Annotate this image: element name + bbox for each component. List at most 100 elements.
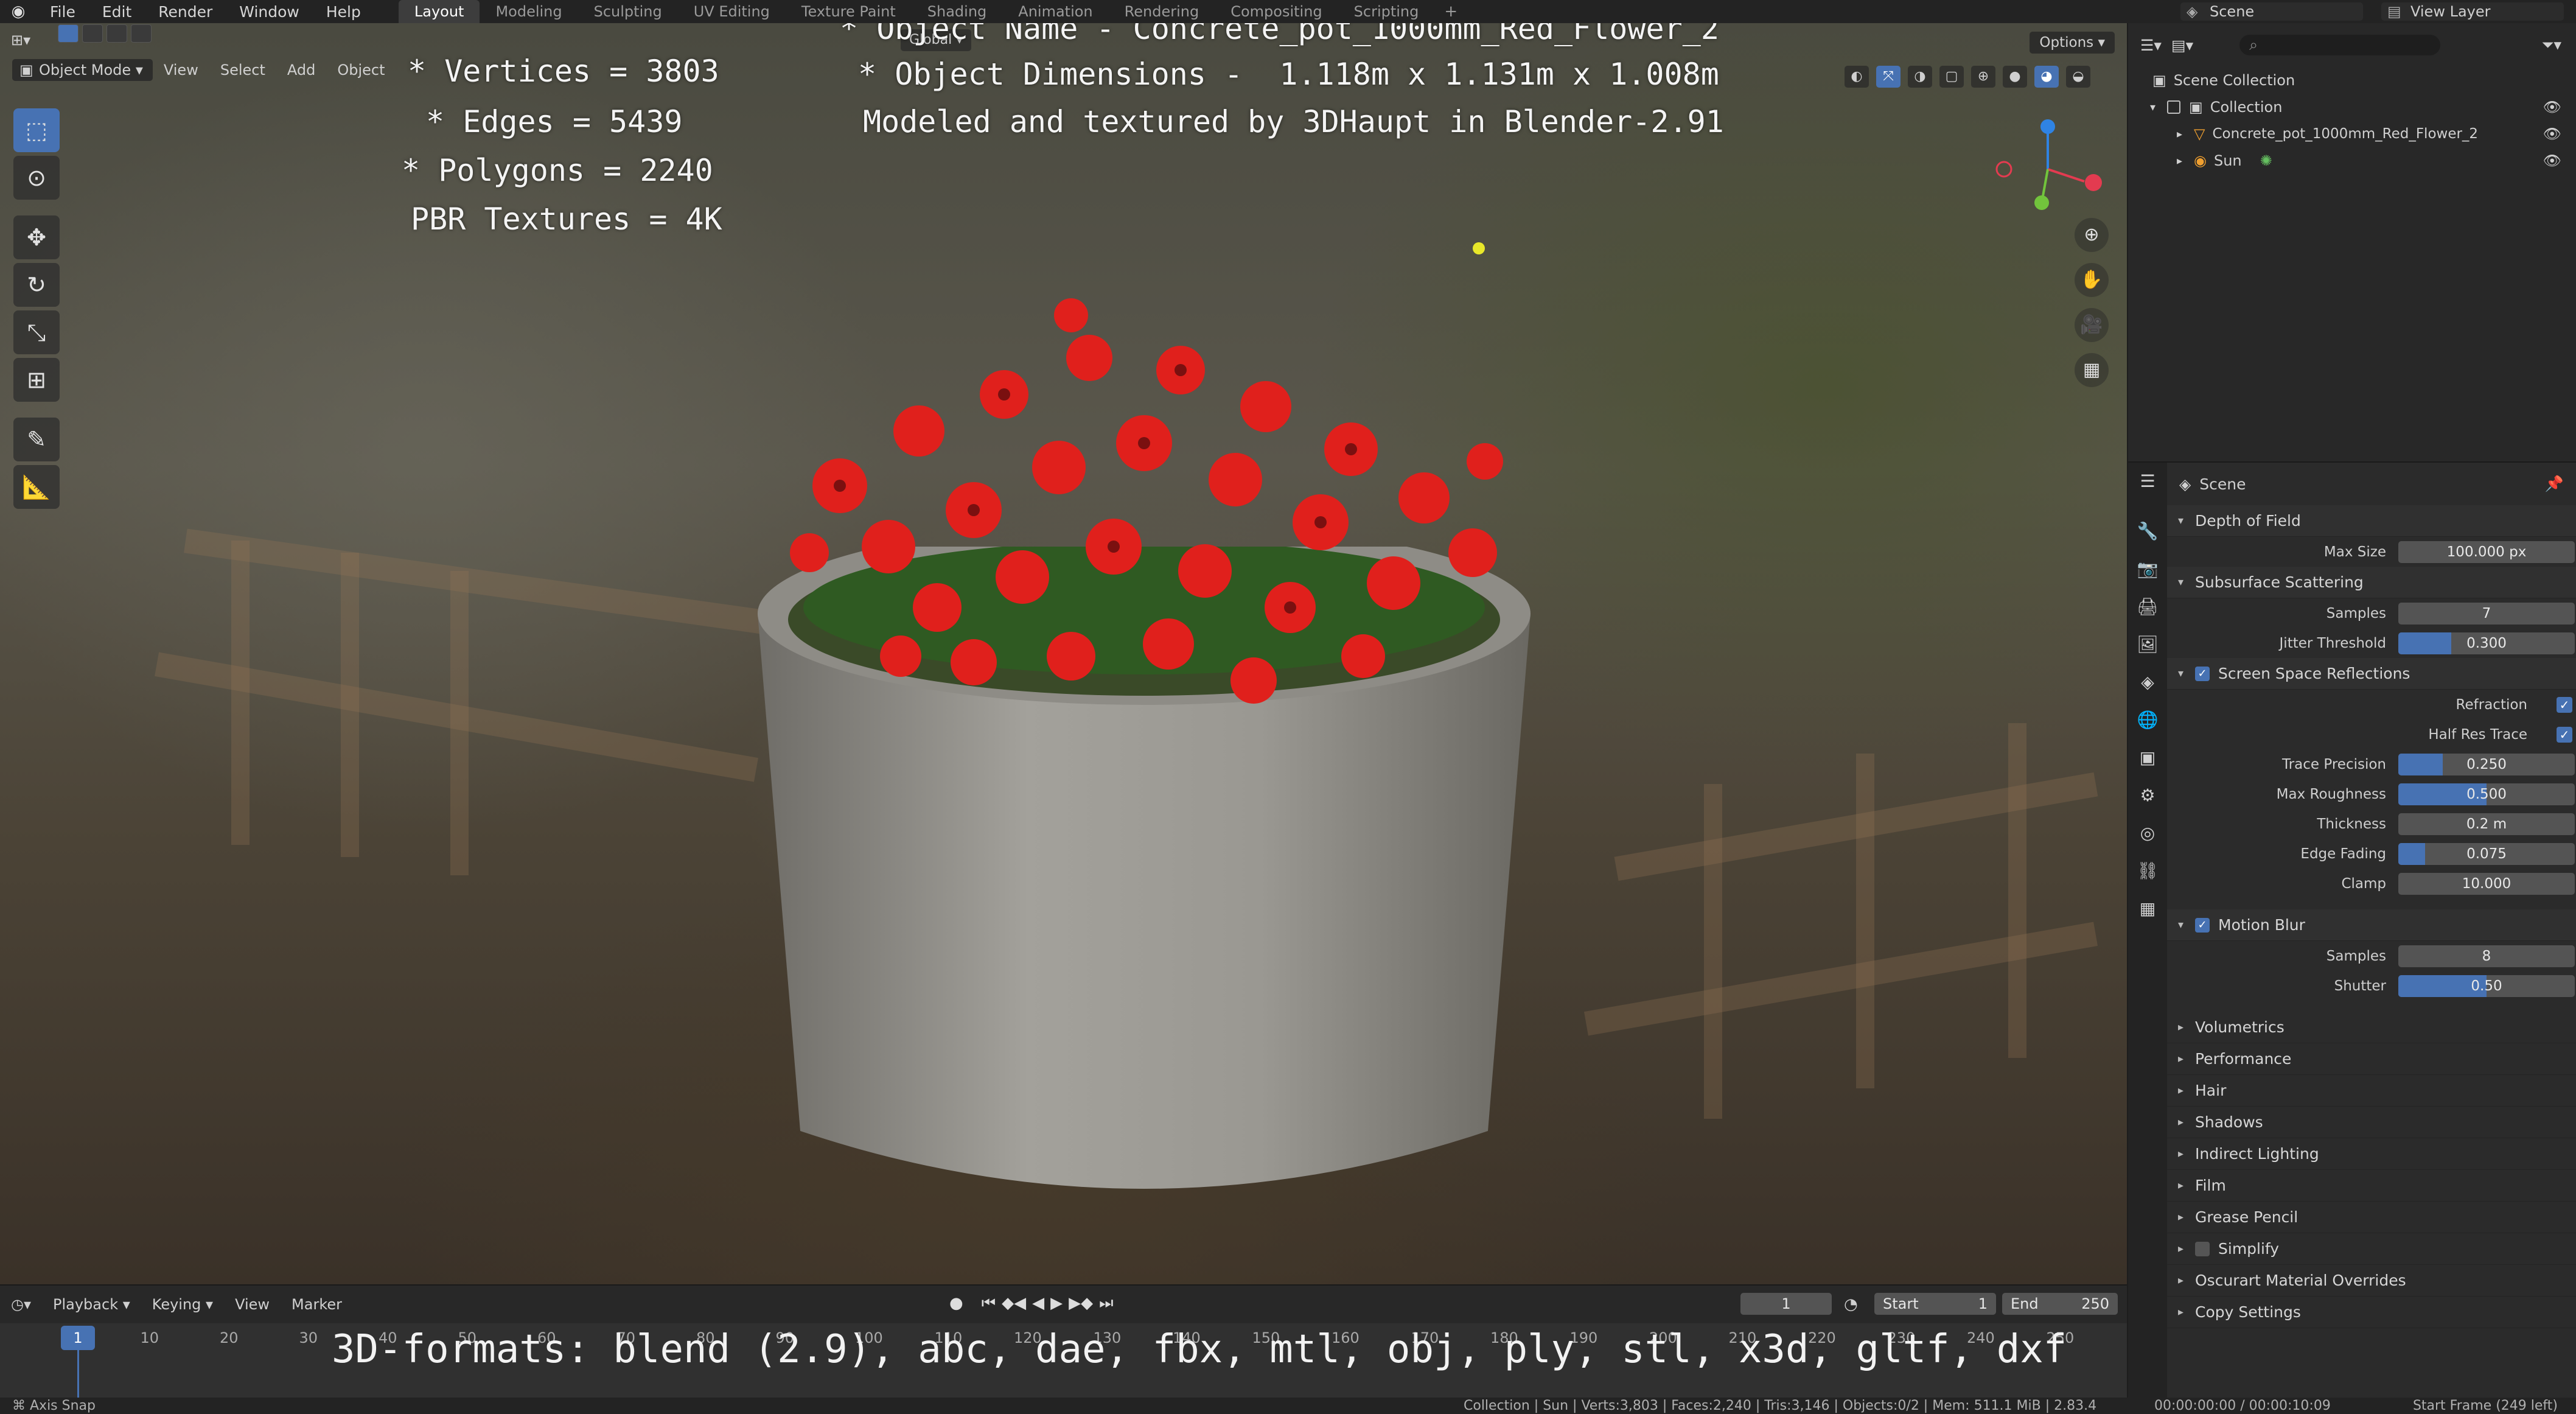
- section-film[interactable]: ▸ Film: [2167, 1170, 2576, 1202]
- tab-uv-editing[interactable]: UV Editing: [678, 0, 786, 23]
- timeline-editor-type-icon[interactable]: ◷▾: [0, 1296, 42, 1313]
- select-invert-mode[interactable]: [131, 24, 152, 43]
- clamp-field[interactable]: 10.000: [2398, 872, 2575, 895]
- refraction-checkbox[interactable]: ✓: [2557, 696, 2572, 713]
- view-layer-selector[interactable]: ▤ View Layer: [2381, 2, 2564, 21]
- tool-tab-icon[interactable]: 🔧: [2128, 513, 2167, 550]
- menu-help[interactable]: Help: [313, 3, 374, 21]
- jump-start-icon[interactable]: ⏮: [982, 1294, 996, 1313]
- section-subsurface-scattering[interactable]: ▾ Subsurface Scattering: [2167, 567, 2576, 598]
- tab-texture-paint[interactable]: Texture Paint: [786, 0, 912, 23]
- scale-tool-icon[interactable]: ⤡: [13, 310, 60, 354]
- material-shading-icon[interactable]: ◕: [2034, 66, 2059, 88]
- half-res-trace-checkbox[interactable]: ✓: [2557, 726, 2572, 743]
- menu-window[interactable]: Window: [226, 3, 313, 21]
- add-workspace-icon[interactable]: +: [1434, 2, 1467, 21]
- select-subtract-mode[interactable]: [106, 24, 127, 43]
- section-shadows[interactable]: ▸ Shadows: [2167, 1107, 2576, 1138]
- play-icon[interactable]: ▶: [1050, 1294, 1063, 1313]
- thickness-field[interactable]: 0.2 m: [2398, 813, 2575, 835]
- max-size-field[interactable]: 100.000 px: [2398, 541, 2575, 563]
- expand-arrow-icon[interactable]: ▸: [2177, 155, 2194, 167]
- ssr-enable-checkbox[interactable]: ✓: [2195, 666, 2210, 681]
- rotate-tool-icon[interactable]: ↻: [13, 263, 60, 307]
- viewport-menu-object[interactable]: Object: [326, 61, 396, 79]
- outliner-panel[interactable]: ☰▾ ▤▾ ⌕ ⏷▾ ▣ Scene Collection ▾ ▣ Collec…: [2128, 23, 2576, 461]
- sss-samples-field[interactable]: 7: [2398, 602, 2575, 625]
- shutter-slider[interactable]: 0.50: [2398, 975, 2575, 997]
- motion-blur-checkbox[interactable]: ✓: [2195, 917, 2210, 933]
- tab-rendering[interactable]: Rendering: [1109, 0, 1215, 23]
- record-icon[interactable]: ●: [949, 1294, 963, 1313]
- display-mode-icon[interactable]: ▤▾: [2171, 37, 2193, 54]
- wireframe-shading-icon[interactable]: ⊕: [1971, 66, 1995, 88]
- outliner-object-pot[interactable]: ▸ ▽ Concrete_pot_1000mm_Red_Flower_2 👁: [2128, 121, 2576, 147]
- section-grease-pencil[interactable]: ▸ Grease Pencil: [2167, 1202, 2576, 1233]
- select-box-tool-icon[interactable]: ⬚: [13, 108, 60, 152]
- tab-scripting[interactable]: Scripting: [1338, 0, 1435, 23]
- clock-icon[interactable]: ◔: [1844, 1295, 1858, 1314]
- viewport-menu-add[interactable]: Add: [276, 61, 326, 79]
- sun-light-indicator[interactable]: [1473, 242, 1485, 254]
- world-tab-icon[interactable]: 🌐: [2128, 701, 2167, 739]
- section-screen-space-reflections[interactable]: ▾ ✓ Screen Space Reflections: [2167, 658, 2576, 690]
- rendered-shading-icon[interactable]: ◒: [2066, 66, 2090, 88]
- cursor-tool-icon[interactable]: ⊙: [13, 156, 60, 200]
- outliner-search-input[interactable]: ⌕: [2239, 35, 2441, 55]
- tab-compositing[interactable]: Compositing: [1215, 0, 1338, 23]
- blender-logo-icon[interactable]: ◉: [0, 2, 37, 21]
- jump-end-icon[interactable]: ⏭: [1099, 1294, 1113, 1313]
- physics-tab-icon[interactable]: ◎: [2128, 814, 2167, 852]
- section-indirect-lighting[interactable]: ▸ Indirect Lighting: [2167, 1138, 2576, 1170]
- section-oscurart-material-overrides[interactable]: ▸ Oscurart Material Overrides: [2167, 1265, 2576, 1297]
- section-simplify[interactable]: ▸ Simplify: [2167, 1233, 2576, 1265]
- transform-tool-icon[interactable]: ⊞: [13, 358, 60, 402]
- expand-arrow-icon[interactable]: ▾: [2150, 101, 2167, 114]
- modifier-tab-icon[interactable]: ⚙: [2128, 777, 2167, 814]
- scene-tab-icon[interactable]: ◈: [2128, 663, 2167, 701]
- pin-icon[interactable]: 📌: [2545, 475, 2564, 493]
- end-frame-field[interactable]: End 250: [2002, 1293, 2118, 1315]
- render-tab-icon[interactable]: 📷: [2128, 550, 2167, 588]
- gizmo-toggle-icon[interactable]: ⤧: [1876, 66, 1901, 88]
- annotate-tool-icon[interactable]: ✎: [13, 418, 60, 461]
- eye-icon[interactable]: 👁: [2543, 152, 2561, 169]
- section-volumetrics[interactable]: ▸ Volumetrics: [2167, 1012, 2576, 1043]
- perspective-grid-icon[interactable]: ▦: [2075, 353, 2109, 387]
- select-extend-mode[interactable]: [82, 24, 103, 43]
- select-box-mode[interactable]: [58, 24, 79, 43]
- tab-layout[interactable]: Layout: [398, 0, 480, 23]
- outliner-collection[interactable]: ▾ ▣ Collection 👁: [2128, 94, 2576, 121]
- timeline-menu-keying[interactable]: Keying ▾: [141, 1296, 224, 1313]
- section-performance[interactable]: ▸ Performance: [2167, 1043, 2576, 1075]
- view-layer-tab-icon[interactable]: 🖼: [2128, 626, 2167, 663]
- menu-file[interactable]: File: [37, 3, 89, 21]
- outliner-scene-collection[interactable]: ▣ Scene Collection: [2128, 67, 2576, 94]
- 3d-viewport[interactable]: ⊞▾ ▣ Object Mode ▾ View Select Add Objec…: [0, 23, 2127, 1284]
- move-tool-icon[interactable]: ✥: [13, 215, 60, 259]
- properties-panel[interactable]: ☰ 🔧 📷 🖨 🖼 ◈ 🌐 ▣ ⚙ ◎ ⛓ ▦ ◈ Scene 📌 ▾ Depth…: [2128, 461, 2576, 1399]
- xray-toggle-icon[interactable]: ▢: [1939, 66, 1964, 88]
- timeline-menu-view[interactable]: View: [224, 1296, 281, 1313]
- timeline-menu-marker[interactable]: Marker: [281, 1296, 353, 1313]
- jitter-threshold-slider[interactable]: 0.300: [2398, 632, 2575, 654]
- tab-animation[interactable]: Animation: [1002, 0, 1108, 23]
- timeline-menu-playback[interactable]: Playback ▾: [42, 1296, 141, 1313]
- solid-shading-icon[interactable]: ●: [2003, 66, 2027, 88]
- section-hair[interactable]: ▸ Hair: [2167, 1075, 2576, 1107]
- expand-arrow-icon[interactable]: ▸: [2177, 128, 2194, 141]
- menu-edit[interactable]: Edit: [89, 3, 145, 21]
- viewport-menu-view[interactable]: View: [153, 61, 209, 79]
- trace-precision-slider[interactable]: 0.250: [2398, 753, 2575, 775]
- current-frame-marker[interactable]: 1: [61, 1326, 95, 1350]
- object-tab-icon[interactable]: ▣: [2128, 739, 2167, 777]
- constraints-tab-icon[interactable]: ⛓: [2128, 852, 2167, 890]
- object-mode-dropdown[interactable]: ▣ Object Mode ▾: [12, 59, 153, 81]
- section-copy-settings[interactable]: ▸ Copy Settings: [2167, 1297, 2576, 1328]
- tab-shading[interactable]: Shading: [912, 0, 1003, 23]
- pan-hand-icon[interactable]: ✋: [2075, 263, 2109, 297]
- simplify-checkbox[interactable]: [2195, 1241, 2210, 1256]
- collection-checkbox[interactable]: [2167, 100, 2180, 114]
- outliner-object-sun[interactable]: ▸ ◉ Sun ✺ 👁: [2128, 147, 2576, 174]
- overlay-toggle-icon[interactable]: ◑: [1908, 66, 1932, 88]
